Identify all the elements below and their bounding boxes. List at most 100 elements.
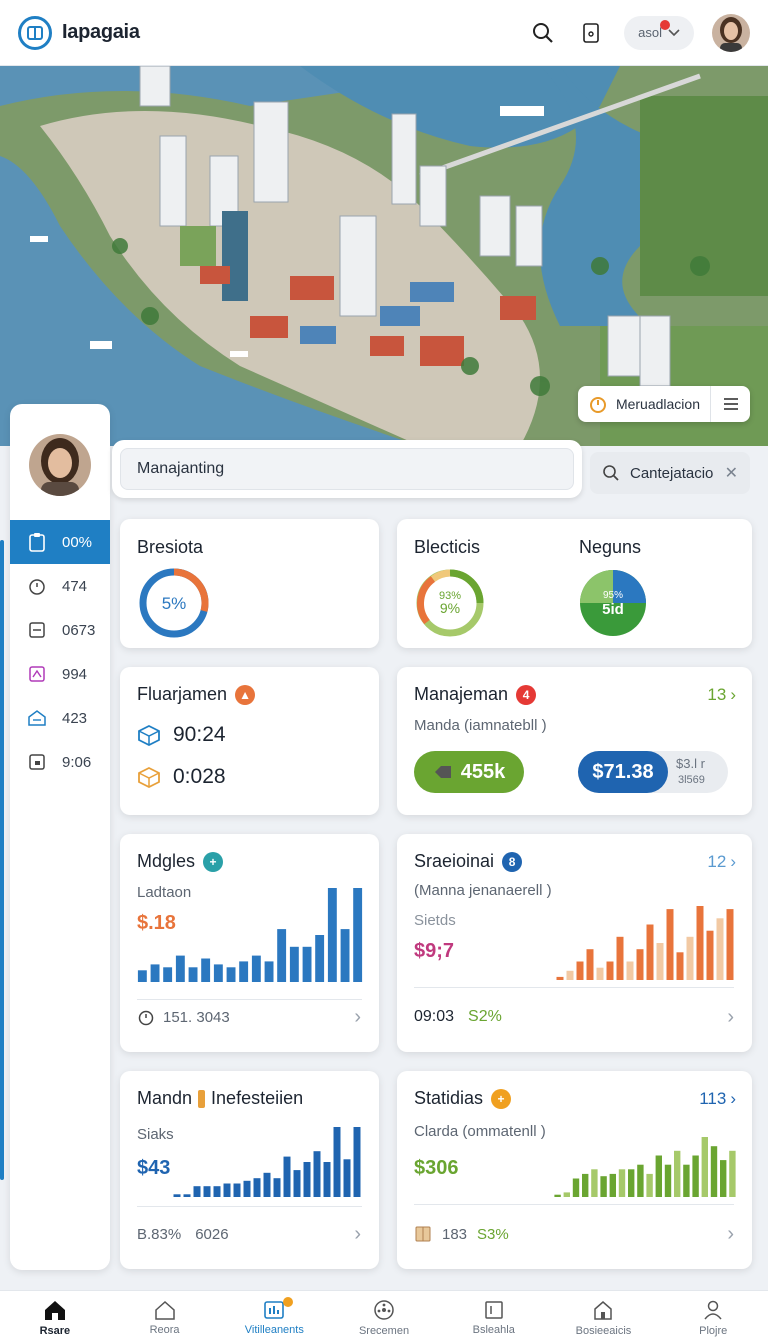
profile-avatar[interactable]	[29, 434, 91, 496]
fluarjamen-card[interactable]: Fluarjamen ▲ 90:24 0:028	[120, 667, 379, 815]
chart-bar	[223, 1183, 231, 1197]
chart-bar	[683, 1164, 690, 1197]
search-icon	[533, 22, 553, 43]
nav-item-4[interactable]: Bsleahla	[439, 1291, 549, 1344]
bar-chart-statidias	[554, 1137, 736, 1197]
chart-bar	[710, 1146, 718, 1197]
card-link[interactable]: 12 ›	[707, 852, 736, 872]
card-title: Fluarjamen	[137, 684, 228, 704]
chart-bar	[273, 1178, 281, 1197]
chart-bar	[302, 946, 312, 982]
sidebar-item-2[interactable]: 0673	[10, 608, 110, 652]
divider	[414, 1204, 734, 1205]
chart-bar	[340, 929, 350, 982]
chart-bar	[637, 1164, 644, 1197]
chart-bar	[576, 961, 584, 980]
chevron-right-icon[interactable]: ›	[354, 1006, 361, 1029]
chart-bar	[701, 1137, 708, 1197]
device-button[interactable]	[576, 18, 606, 48]
user-avatar[interactable]	[712, 13, 750, 52]
chevron-right-icon[interactable]: ›	[727, 1223, 734, 1246]
card-value: $43	[137, 1157, 171, 1179]
view-mode-control[interactable]: Meruadlacion	[577, 386, 750, 422]
nav-item-1[interactable]: Reora	[110, 1291, 220, 1344]
blecticis-neguns-card[interactable]: Blecticis Neguns 93% 9% 95% 5id	[397, 519, 752, 648]
footer-value-2: S3%	[477, 1225, 509, 1243]
chart-bar	[303, 1162, 311, 1197]
nav-item-6[interactable]: Plojre	[658, 1291, 768, 1344]
nav-item-3[interactable]: Srecemen	[329, 1291, 439, 1344]
card-label: Sietds	[414, 912, 456, 929]
person-portrait	[712, 13, 750, 52]
nav-label: Bosieeaicis	[575, 1324, 632, 1337]
person-portrait	[29, 434, 91, 496]
card-link-count: 13	[707, 685, 727, 704]
chart-bar	[596, 967, 604, 980]
chart-bar	[646, 1173, 653, 1197]
chevron-right-icon[interactable]: ›	[354, 1223, 361, 1246]
footer-value-2: 6026	[195, 1226, 229, 1243]
language-selector[interactable]: asol	[624, 15, 694, 50]
card-badge: +	[203, 851, 224, 872]
app-logo[interactable]	[18, 15, 52, 50]
clock-icon	[26, 575, 48, 597]
menu-button[interactable]	[710, 386, 750, 422]
sraeioinai-card[interactable]: Sraeioinai 8 12 › (Manna jenanaerell ) S…	[397, 834, 752, 1052]
chart-bar	[686, 936, 694, 980]
grid-icon	[484, 1300, 503, 1319]
card-link-count: 12	[707, 852, 727, 871]
chevron-right-icon: ›	[730, 685, 736, 704]
divider	[137, 1206, 362, 1207]
minus-box-icon	[26, 619, 48, 641]
manajeman-card[interactable]: Manajeman 4 13 › Manda (iamnatebll ) 455…	[397, 667, 752, 815]
footer-value-1: 183	[442, 1225, 468, 1243]
chart-bar	[628, 1169, 635, 1197]
sidebar-item-0[interactable]: 00%	[10, 520, 110, 564]
green-value-pill[interactable]: 455k	[414, 751, 524, 793]
nav-item-5[interactable]: Bosieeaicis	[549, 1291, 659, 1344]
tag-icon	[434, 766, 451, 778]
sidebar-item-1[interactable]: 474	[10, 564, 110, 608]
search-input[interactable]: Manajanting	[120, 448, 574, 490]
card-link[interactable]: 113 ›	[699, 1089, 736, 1109]
chart-bar	[173, 1194, 181, 1197]
chart-bar	[591, 1169, 598, 1197]
clear-filter-button[interactable]: ✕	[725, 463, 738, 483]
chart-bar	[582, 1173, 589, 1197]
box-icon	[26, 707, 48, 729]
chart-bar	[692, 1155, 699, 1197]
card-value: $9;7	[414, 940, 455, 962]
statidias-card[interactable]: Statidias + 113 › Clarda (ommatenll ) $3…	[397, 1071, 752, 1269]
card-subtitle: (Manna jenanaerell )	[414, 882, 552, 899]
filter-chip[interactable]: Cantejatacio ✕	[590, 452, 750, 494]
bottom-navigation: Rsare Reora Vitilleanents Srecemen Bslea…	[0, 1290, 768, 1344]
search-button[interactable]	[528, 18, 558, 48]
nav-label: Bsleahla	[472, 1323, 515, 1336]
sidebar-item-4[interactable]: 423	[10, 696, 110, 740]
chart-bar	[253, 1178, 261, 1197]
chart-bar	[720, 1160, 727, 1197]
nav-item-2[interactable]: Vitilleanents	[219, 1291, 329, 1344]
chart-bar	[226, 967, 236, 982]
blue-value-group[interactable]: $71.38 $3.l r 3l569	[578, 751, 728, 793]
chart-bar	[646, 924, 654, 980]
chart-bar	[554, 1194, 561, 1197]
mandn-card[interactable]: Mandn Inefesteiien Siaks $43 B.83% 6026 …	[120, 1071, 379, 1269]
nav-label: Vitilleanents	[244, 1323, 304, 1336]
chevron-right-icon[interactable]: ›	[727, 1006, 734, 1029]
chart-bar	[556, 976, 564, 980]
chart-bar	[666, 909, 674, 980]
bresiota-card[interactable]: Bresiota 5%	[120, 519, 379, 648]
mdgles-card[interactable]: Mdgles + Ladtaon $.18 151. 3043 ›	[120, 834, 379, 1052]
bar-chart-mdgles	[137, 888, 363, 982]
chart-bar	[203, 1186, 211, 1197]
sidebar-item-5[interactable]: 9:06	[10, 740, 110, 784]
chart-bar	[243, 1180, 251, 1197]
sidebar-item-3[interactable]: 994	[10, 652, 110, 696]
chart-bar	[676, 952, 684, 980]
card-link[interactable]: 13 ›	[707, 685, 736, 705]
nav-item-0[interactable]: Rsare	[0, 1291, 110, 1344]
chart-bar	[277, 929, 287, 982]
card-badge: 4	[516, 684, 537, 705]
card-title: Mdgles	[137, 851, 196, 871]
